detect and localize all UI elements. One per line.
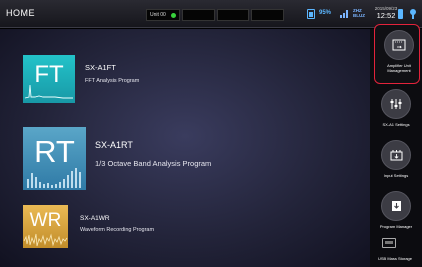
level-gauge-icon [398,9,403,19]
unit-slot[interactable] [251,9,285,21]
page-title: HOME [6,8,35,18]
usb-storage-icon[interactable] [382,238,396,248]
sidebar-item-label: SX-A1 Settings [382,122,410,127]
sliders-icon[interactable] [381,89,411,119]
app-title: SX-A1FT [85,62,116,72]
app-subtitle: Waveform Recording Program [80,226,155,233]
sidebar-item-label: Program Manager [379,224,413,229]
amplifier-unit-icon[interactable] [384,30,414,60]
unit-status-strip[interactable]: Unit 00 [146,9,285,21]
battery-icon [307,9,315,19]
battery-percent: 95% [319,10,332,16]
app-wr[interactable]: WR SX-A1WR Waveform Recording Program [23,205,154,248]
unit-label: Unit 00 [150,12,166,18]
top-bar: HOME Unit 00 95% ZHZ BLUZ 2015/09/23 12:… [0,0,422,28]
sidebar-item-amplifier-unit-management[interactable]: Amplifier Unit Management [373,30,422,73]
sidebar-item-input-settings[interactable]: Input Settings [370,140,422,178]
wr-app-icon[interactable]: WR [23,205,68,248]
app-title: SX-A1WR [80,214,110,222]
format-indicator: ZHZ BLUZ [353,8,365,18]
signal-icon [340,10,348,18]
input-icon[interactable] [381,140,411,170]
ft-app-icon[interactable]: FT [23,55,75,103]
usb-storage-label[interactable]: USB Mass Storage [372,256,418,261]
sidebar-item-label: Input Settings [383,173,409,178]
app-subtitle: FFT Analysis Program [85,77,140,84]
sidebar-item-sx-a1-settings[interactable]: SX-A1 Settings [370,89,422,127]
unit-00-slot[interactable]: Unit 00 [146,9,180,21]
sidebar-item-program-manager[interactable]: Program Manager [370,191,422,229]
unit-slot[interactable] [182,9,215,21]
sidebar-item-label: Amplifier Unit Management [387,63,411,73]
app-rt[interactable]: RT SX-A1RT 1/3 Octave Band Analysis Prog… [23,127,211,190]
unit-slot[interactable] [216,9,250,21]
rt-app-icon[interactable]: RT [23,127,86,190]
program-manager-icon[interactable] [381,191,411,221]
app-ft[interactable]: FT SX-A1FT FFT Analysis Program [23,55,139,103]
app-subtitle: 1/3 Octave Band Analysis Program [95,158,212,168]
unit-ok-icon [171,12,176,18]
app-title: SX-A1RT [95,139,133,150]
pin-icon[interactable] [410,9,416,19]
